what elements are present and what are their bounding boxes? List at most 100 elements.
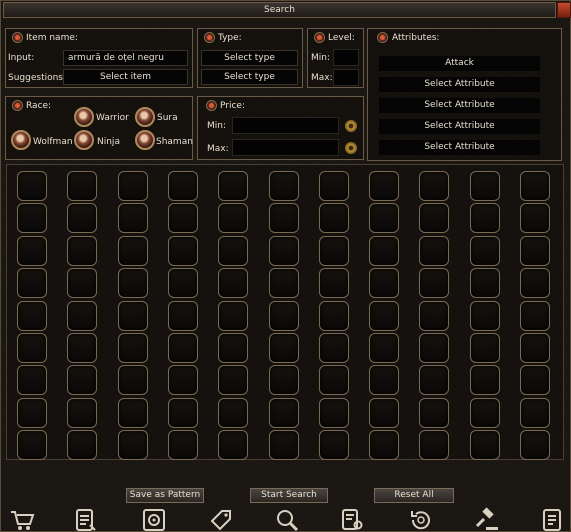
- result-slot[interactable]: [67, 333, 98, 363]
- item-input-field[interactable]: armură de oțel negru: [63, 50, 188, 66]
- result-slot[interactable]: [469, 235, 500, 266]
- result-slot[interactable]: [218, 300, 249, 331]
- level-min-input[interactable]: [333, 49, 359, 66]
- result-slot[interactable]: [17, 430, 47, 461]
- result-slot[interactable]: [318, 268, 349, 299]
- type-select-1[interactable]: Select type: [201, 50, 298, 66]
- result-slot[interactable]: [469, 171, 500, 201]
- result-slot[interactable]: [469, 268, 500, 299]
- result-slot[interactable]: [369, 203, 400, 234]
- result-slot[interactable]: [117, 365, 148, 396]
- result-slot[interactable]: [419, 397, 450, 428]
- result-slot[interactable]: [17, 268, 47, 299]
- result-slot[interactable]: [520, 397, 550, 428]
- result-slot[interactable]: [469, 203, 500, 234]
- level-radio[interactable]: [314, 32, 325, 43]
- result-slot[interactable]: [469, 333, 500, 363]
- result-slot[interactable]: [117, 171, 148, 201]
- result-slot[interactable]: [419, 268, 450, 299]
- result-slot[interactable]: [419, 171, 450, 201]
- shaman-portrait-icon[interactable]: [135, 130, 155, 150]
- result-slot[interactable]: [419, 365, 450, 396]
- result-slot[interactable]: [268, 430, 299, 461]
- result-slot[interactable]: [167, 171, 198, 201]
- sura-portrait-icon[interactable]: [135, 107, 155, 127]
- result-slot[interactable]: [318, 300, 349, 331]
- result-slot[interactable]: [469, 365, 500, 396]
- result-slot[interactable]: [268, 203, 299, 234]
- result-slot[interactable]: [218, 235, 249, 266]
- result-slot[interactable]: [268, 333, 299, 363]
- result-slot[interactable]: [318, 333, 349, 363]
- result-slot[interactable]: [469, 300, 500, 331]
- result-slot[interactable]: [520, 300, 550, 331]
- result-slot[interactable]: [67, 235, 98, 266]
- history-coin-icon[interactable]: [408, 507, 434, 532]
- result-slot[interactable]: [167, 365, 198, 396]
- result-slot[interactable]: [369, 397, 400, 428]
- attribute-row[interactable]: Attack: [379, 56, 540, 71]
- reset-all-button[interactable]: Reset All: [374, 488, 454, 503]
- result-slot[interactable]: [318, 235, 349, 266]
- result-slot[interactable]: [520, 268, 550, 299]
- auction-gavel-icon[interactable]: [474, 507, 500, 532]
- result-slot[interactable]: [117, 430, 148, 461]
- race-radio[interactable]: [12, 100, 23, 111]
- warrior-portrait-icon[interactable]: [74, 107, 94, 127]
- save-as-pattern-button[interactable]: Save as Pattern: [126, 488, 204, 503]
- item-name-radio[interactable]: [12, 32, 23, 43]
- result-slot[interactable]: [419, 300, 450, 331]
- result-slot[interactable]: [167, 397, 198, 428]
- result-slot[interactable]: [318, 397, 349, 428]
- start-search-button[interactable]: Start Search: [250, 488, 328, 503]
- price-radio[interactable]: [206, 100, 217, 111]
- result-slot[interactable]: [167, 203, 198, 234]
- attribute-row[interactable]: Select Attribute: [379, 77, 540, 92]
- type-radio[interactable]: [204, 32, 215, 43]
- result-slot[interactable]: [268, 300, 299, 331]
- result-slot[interactable]: [167, 268, 198, 299]
- result-slot[interactable]: [67, 397, 98, 428]
- result-slot[interactable]: [318, 430, 349, 461]
- result-slot[interactable]: [167, 333, 198, 363]
- result-slot[interactable]: [469, 397, 500, 428]
- result-slot[interactable]: [117, 397, 148, 428]
- result-slot[interactable]: [17, 171, 47, 201]
- search-document-icon[interactable]: [340, 507, 366, 532]
- ledger-icon[interactable]: [540, 507, 566, 532]
- result-slot[interactable]: [117, 235, 148, 266]
- result-slot[interactable]: [17, 365, 47, 396]
- result-slot[interactable]: [218, 365, 249, 396]
- result-slot[interactable]: [167, 430, 198, 461]
- attribute-row[interactable]: Select Attribute: [379, 119, 540, 134]
- result-slot[interactable]: [419, 333, 450, 363]
- result-slot[interactable]: [268, 268, 299, 299]
- attributes-radio[interactable]: [377, 32, 388, 43]
- type-select-2[interactable]: Select type: [201, 69, 298, 85]
- result-slot[interactable]: [218, 203, 249, 234]
- result-slot[interactable]: [369, 300, 400, 331]
- result-slot[interactable]: [520, 365, 550, 396]
- attribute-row[interactable]: Select Attribute: [379, 98, 540, 113]
- result-slot[interactable]: [218, 268, 249, 299]
- result-slot[interactable]: [17, 397, 47, 428]
- result-slot[interactable]: [520, 171, 550, 201]
- result-slot[interactable]: [167, 235, 198, 266]
- result-slot[interactable]: [67, 203, 98, 234]
- result-slot[interactable]: [67, 430, 98, 461]
- wolfman-portrait-icon[interactable]: [11, 130, 31, 150]
- result-slot[interactable]: [520, 333, 550, 363]
- result-slot[interactable]: [369, 365, 400, 396]
- result-slot[interactable]: [268, 235, 299, 266]
- safe-icon[interactable]: [141, 507, 167, 532]
- result-slot[interactable]: [369, 171, 400, 201]
- result-slot[interactable]: [67, 365, 98, 396]
- result-slot[interactable]: [218, 171, 249, 201]
- title-bar[interactable]: Search: [3, 2, 556, 18]
- result-slot[interactable]: [117, 268, 148, 299]
- result-slot[interactable]: [268, 171, 299, 201]
- result-slot[interactable]: [369, 235, 400, 266]
- result-slot[interactable]: [117, 203, 148, 234]
- result-slot[interactable]: [318, 203, 349, 234]
- level-max-input[interactable]: [333, 69, 359, 86]
